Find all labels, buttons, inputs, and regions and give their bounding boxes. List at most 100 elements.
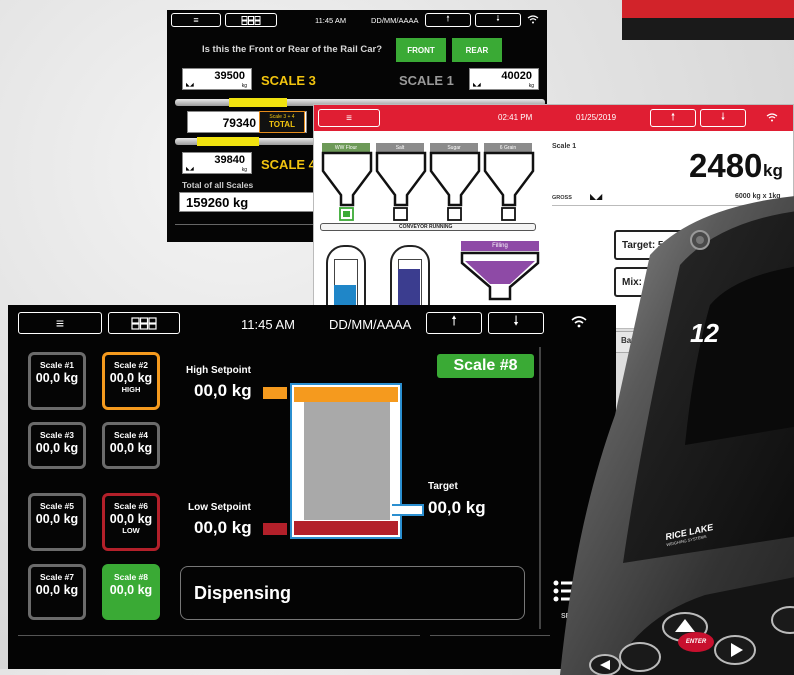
filling-label: Filling xyxy=(461,241,539,251)
conveyor-status: CONVEYOR RUNNING xyxy=(399,224,453,230)
high-setpoint-value: 00,0 kg xyxy=(194,381,252,400)
scale-tile-name: Scale #6 xyxy=(113,501,149,511)
scales-grid-icon xyxy=(241,15,261,25)
menu-button[interactable]: ≡ xyxy=(18,312,102,334)
grand-total-box: 159260 kg xyxy=(179,192,314,212)
target-pointer xyxy=(392,504,424,516)
nav-time: 11:45 AM xyxy=(241,317,295,332)
scale1-weight-box: 40020 kg ◣◢ xyxy=(469,68,539,90)
scale-tile-weight: 00,0 kg xyxy=(109,512,153,526)
scroll-up-button[interactable]: 🠕 xyxy=(425,13,471,27)
batch-date: 01/25/2019 xyxy=(576,113,617,122)
gauge-fill xyxy=(304,402,390,520)
nav-date: DD/MM/AAAA xyxy=(329,317,412,332)
filling-hopper xyxy=(460,251,540,301)
grand-total-value: 159260 kg xyxy=(186,195,249,210)
scale-tile-2[interactable]: Scale #2 00,0 kg HIGH xyxy=(102,352,160,410)
scale3-level xyxy=(229,98,287,107)
menu-icon: ≡ xyxy=(193,14,199,25)
arrow-down-icon: 🠗 xyxy=(496,14,500,23)
status-panel: Dispensing xyxy=(180,566,525,620)
scale-tile-weight: 00,0 kg xyxy=(35,512,79,526)
scale3-label: SCALE 3 xyxy=(261,73,316,88)
divider xyxy=(539,347,541,629)
front-button[interactable]: FRONT xyxy=(396,38,446,62)
scale4-label: SCALE 4 xyxy=(261,157,316,172)
zero-icon: ◣◢ xyxy=(186,82,194,88)
scroll-down-button[interactable]: 🠗 xyxy=(475,13,521,27)
wifi-icon xyxy=(766,113,778,122)
scale3-value: 39500 xyxy=(214,70,245,82)
scale4-value: 39840 xyxy=(214,154,245,166)
scale3-weight-box: 39500 kg ◣◢ xyxy=(182,68,252,90)
scale-tile-3[interactable]: Scale #3 00,0 kg xyxy=(28,422,86,469)
scale1-unit: kg xyxy=(528,83,534,89)
batch-time: 02:41 PM xyxy=(498,113,533,122)
total-label: TOTAL xyxy=(269,120,295,129)
scale-tile-weight: 00,0 kg xyxy=(35,371,79,385)
scale1-value: 40020 xyxy=(501,70,532,82)
scale-tile-weight: 00,0 kg xyxy=(109,583,153,597)
scale-tile-status: LOW xyxy=(122,526,140,535)
batch-weight-unit: kg xyxy=(763,161,783,180)
scale4-level xyxy=(197,137,259,146)
scale-tile-name: Scale #2 xyxy=(113,360,149,370)
menu-icon: ≡ xyxy=(346,112,352,124)
combined-value: 79340 xyxy=(222,116,256,130)
scroll-down-button[interactable]: 🠗 xyxy=(700,109,746,127)
low-setpoint-label: Low Setpoint xyxy=(188,502,251,513)
batch-weight: 2480 xyxy=(689,147,763,184)
scale-tile-name: Scale #8 xyxy=(113,572,149,582)
total-caption: Total of all Scales xyxy=(182,180,254,190)
high-setpoint-label: High Setpoint xyxy=(186,365,251,376)
device-display-digits: 12 xyxy=(690,318,719,348)
scale-tile-name: Scale #1 xyxy=(39,360,75,370)
arrow-up-icon: 🠕 xyxy=(446,14,450,23)
scale-tile-name: Scale #7 xyxy=(39,572,75,582)
rail-question: Is this the Front or Rear of the Rail Ca… xyxy=(202,44,382,55)
divider xyxy=(18,635,420,636)
scales-button[interactable] xyxy=(108,312,180,334)
scale-tile-name: Scale #5 xyxy=(39,501,75,511)
high-band xyxy=(294,387,398,402)
scale-tile-weight: 00,0 kg xyxy=(109,371,153,385)
scale-tile-7[interactable]: Scale #7 00,0 kg xyxy=(28,564,86,620)
menu-button[interactable]: ≡ xyxy=(171,13,221,27)
scale-tile-5[interactable]: Scale #5 00,0 kg xyxy=(28,493,86,551)
wifi-icon xyxy=(527,15,539,24)
scroll-up-button[interactable]: 🠕 xyxy=(426,312,482,334)
scroll-up-button[interactable]: 🠕 xyxy=(650,109,696,127)
arrow-down-icon: 🠗 xyxy=(513,313,519,328)
main-scale-screen: ≡ 11:45 AM DD/MM/AAAA 🠕 🠗 Scale #1 00,0 … xyxy=(8,305,616,669)
zero-icon: ◣◢ xyxy=(186,166,194,172)
scale-tile-6[interactable]: Scale #6 00,0 kg LOW xyxy=(102,493,160,551)
total-badge: Scale 3 + 4 TOTAL xyxy=(259,111,305,133)
fill-gauge xyxy=(290,383,402,539)
nav-time: 11:45 AM xyxy=(315,16,347,25)
scale-tile-status: HIGH xyxy=(121,385,141,394)
scroll-down-button[interactable]: 🠗 xyxy=(488,312,544,334)
hopper-diagram xyxy=(321,151,535,221)
scales-button[interactable] xyxy=(225,13,277,27)
scale-badge: Scale #8 xyxy=(437,354,534,378)
scale1-label: SCALE 1 xyxy=(399,73,454,88)
high-setpoint-marker xyxy=(263,387,287,399)
menu-button[interactable]: ≡ xyxy=(318,109,380,127)
target-value: 00,0 kg xyxy=(428,498,486,517)
arrow-down-icon: 🠗 xyxy=(720,111,726,123)
enter-key[interactable]: ENTER xyxy=(678,632,714,652)
scale-tile-8[interactable]: Scale #8 00,0 kg xyxy=(102,564,160,620)
scale-tile-name: Scale #3 xyxy=(39,430,75,440)
conveyor-belt: CONVEYOR RUNNING xyxy=(320,223,536,231)
scale4-weight-box: 39840 kg ◣◢ xyxy=(182,152,252,174)
low-setpoint-marker xyxy=(263,523,287,535)
scale-tile-4[interactable]: Scale #4 00,0 kg xyxy=(102,422,160,469)
status-text: Dispensing xyxy=(194,583,292,603)
scale-tile-weight: 00,0 kg xyxy=(35,441,79,455)
scale-tile-1[interactable]: Scale #1 00,0 kg xyxy=(28,352,86,410)
rear-button[interactable]: REAR xyxy=(452,38,502,62)
scale3-unit: kg xyxy=(241,83,247,89)
brand-banner xyxy=(622,0,794,40)
menu-icon: ≡ xyxy=(55,315,65,331)
low-band xyxy=(294,521,398,535)
